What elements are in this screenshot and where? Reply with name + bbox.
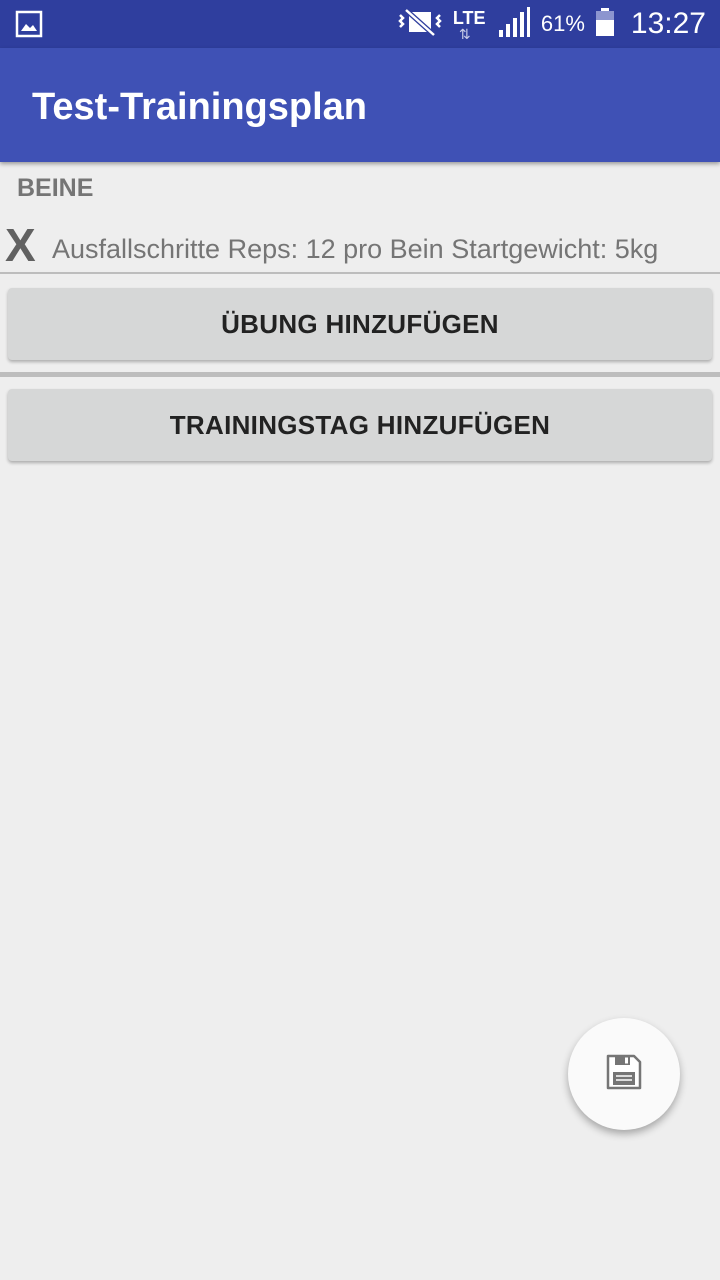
signal-strength-icon xyxy=(497,6,531,43)
battery-percent: 61% xyxy=(540,11,585,36)
add-training-day-button[interactable]: TRAININGSTAG HINZUFÜGEN xyxy=(8,389,712,461)
clock: 13:27 xyxy=(630,7,706,40)
data-arrows-icon: ⇅ xyxy=(458,26,471,42)
add-exercise-button[interactable]: ÜBUNG HINZUFÜGEN xyxy=(8,288,712,360)
delete-exercise-button[interactable]: X xyxy=(5,218,36,272)
save-fab-button[interactable] xyxy=(568,1018,680,1130)
status-icons: LTE ⇅ 61% 13:27 xyxy=(397,0,706,48)
battery-icon xyxy=(595,7,615,42)
training-day-label: BEINE xyxy=(17,174,94,202)
app-bar: Test-Trainingsplan xyxy=(0,48,720,162)
lte-data-icon: LTE ⇅ xyxy=(453,4,487,44)
exercise-row: X Ausfallschritte Reps: 12 pro Bein Star… xyxy=(0,214,720,274)
image-notification-icon xyxy=(15,10,43,38)
page-title: Test-Trainingsplan xyxy=(32,86,368,128)
exercise-description: Ausfallschritte Reps: 12 pro Bein Startg… xyxy=(52,234,659,264)
vibrate-mute-icon xyxy=(397,7,443,42)
status-bar: LTE ⇅ 61% 13:27 xyxy=(0,0,720,48)
save-icon xyxy=(605,1053,643,1096)
section-divider xyxy=(0,372,720,377)
